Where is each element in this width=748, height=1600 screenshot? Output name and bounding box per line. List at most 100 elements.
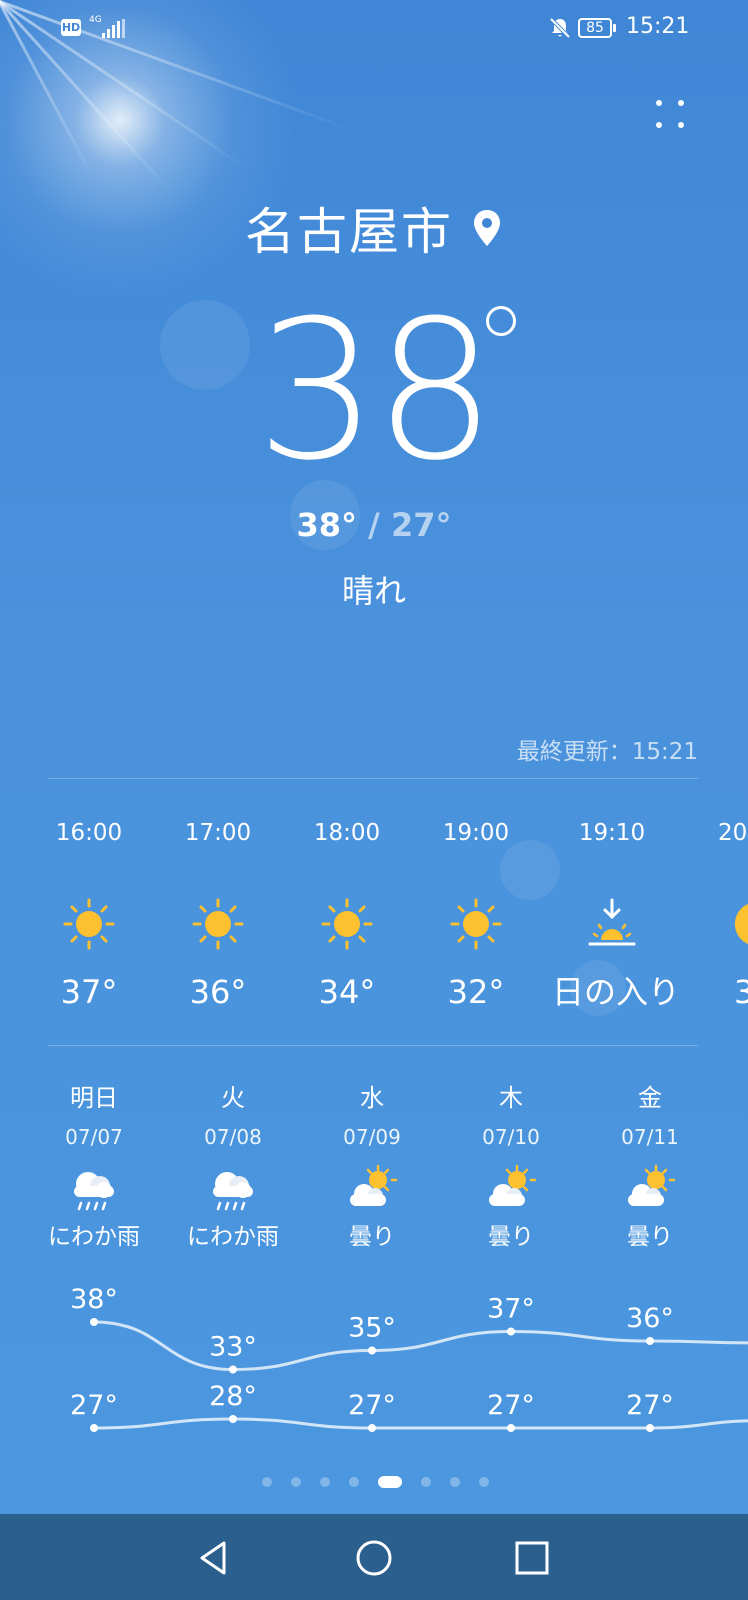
high-temp-line-label: 35°	[348, 1313, 396, 1344]
day-condition: 曇り	[627, 1224, 673, 1250]
high-temp-line-point	[368, 1346, 376, 1355]
degree-symbol	[486, 306, 516, 336]
city-name[interactable]: 名古屋市	[245, 203, 453, 261]
moon-icon	[734, 903, 748, 945]
day-name: 水	[360, 1084, 384, 1112]
temperature-curve-svg: 38° 33° 35° 37° 36° 27° 28° 27° 27° 27°	[70, 1284, 748, 1432]
partly-cloudy-icon	[489, 1164, 537, 1206]
high-temp-line-point	[90, 1318, 98, 1326]
back-icon[interactable]	[190, 1534, 238, 1582]
day-date: 07/08	[204, 1125, 262, 1149]
hour-time: 19:10	[578, 820, 646, 846]
partly-cloudy-icon	[628, 1164, 676, 1206]
partly-cloudy-icon	[350, 1164, 398, 1206]
day-name: 火	[221, 1084, 245, 1112]
hourly-item: 20:00 31°	[690, 818, 748, 1012]
hd-icon: HD	[61, 19, 81, 36]
low-temp-line-label: 27°	[487, 1390, 535, 1421]
low-temp-line-label: 27°	[626, 1390, 674, 1421]
signal-icon	[100, 19, 126, 38]
day-date: 07/09	[343, 1125, 401, 1149]
divider	[48, 1045, 698, 1046]
low-temp-line-point	[229, 1415, 237, 1423]
page-dot[interactable]	[479, 1477, 489, 1487]
hour-temp: 37°	[60, 973, 118, 1011]
high-temp-line-label: 36°	[626, 1303, 674, 1334]
page-dot[interactable]	[450, 1477, 460, 1487]
page-indicator[interactable]	[0, 1474, 748, 1488]
page-dot[interactable]	[320, 1477, 330, 1487]
hourly-item: 19:00 32°	[416, 818, 536, 1012]
hour-temp: 31°	[734, 973, 748, 1011]
current-temp-value: 38	[255, 280, 496, 503]
rain-icon	[213, 1172, 253, 1211]
low-temp-line-point	[507, 1424, 515, 1432]
low-temp-line-point	[646, 1424, 654, 1432]
sun-icon	[63, 898, 115, 950]
daily-item: 木 07/10 曇り	[441, 1082, 581, 1252]
hour-temp: 36°	[189, 973, 247, 1011]
page-dot[interactable]	[421, 1477, 431, 1487]
recents-icon[interactable]	[508, 1534, 556, 1582]
hour-time: 20:00	[718, 820, 748, 846]
page-dot[interactable]	[291, 1477, 301, 1487]
high-temp-line-point	[646, 1337, 654, 1345]
temperature-curve: 38° 33° 35° 37° 36° 27° 28° 27° 27° 27°	[0, 1270, 748, 1450]
sunset-icon	[588, 898, 636, 946]
day-name: 木	[499, 1084, 523, 1112]
more-menu-button[interactable]	[650, 94, 690, 134]
battery-icon: 85	[578, 18, 616, 38]
hourly-item: 18:00 34°	[287, 818, 407, 1012]
hour-time: 18:00	[313, 820, 381, 846]
hour-time: 16:00	[55, 820, 123, 846]
daily-item: 明日 07/07 にわか雨	[24, 1082, 164, 1252]
low-temp-line-point	[368, 1424, 376, 1432]
page-dot[interactable]	[262, 1477, 272, 1487]
current-temperature: 38	[0, 292, 748, 492]
day-condition: 曇り	[349, 1224, 395, 1250]
sunset-label: 日の入り	[552, 973, 681, 1011]
high-temp-line-point	[229, 1365, 237, 1374]
low-temp-line-point	[90, 1424, 98, 1432]
hour-time: 19:00	[442, 820, 510, 846]
hourly-item: 19:10 日の入り	[552, 818, 681, 1012]
location-header[interactable]: 名古屋市	[0, 192, 748, 264]
status-clock: 15:21	[626, 14, 690, 39]
hour-temp: 32°	[447, 973, 505, 1011]
bell-off-icon	[549, 17, 571, 39]
home-icon[interactable]	[350, 1534, 398, 1582]
high-temp-line-label: 37°	[487, 1294, 535, 1325]
today-high: 38°	[296, 506, 358, 544]
hourly-item: 16:00 37°	[29, 818, 149, 1012]
day-name: 金	[638, 1084, 662, 1112]
daily-item: 金 07/11 曇り	[580, 1082, 720, 1252]
weather-screen: HD 4G 85 15:21 名古屋市 38 38° / 27° 晴れ 最終更新…	[0, 0, 748, 1600]
low-temp-line-label: 27°	[348, 1390, 396, 1421]
hourly-item: 17:00 36°	[158, 818, 278, 1012]
day-name: 明日	[70, 1084, 118, 1112]
hilo-separator: /	[357, 506, 391, 544]
low-temp-line-label: 27°	[70, 1390, 118, 1421]
high-temp-line-label: 38°	[70, 1284, 118, 1315]
day-condition: にわか雨	[187, 1224, 279, 1250]
current-condition: 晴れ	[341, 572, 406, 610]
divider	[48, 778, 698, 779]
daily-item: 水 07/09 曇り	[302, 1082, 442, 1252]
last-updated: 最終更新：15:21	[516, 739, 698, 765]
high-low-temps: 38° / 27°	[0, 506, 748, 544]
day-date: 07/10	[482, 1125, 540, 1149]
day-condition: 曇り	[488, 1224, 534, 1250]
low-temp-line-label: 28°	[209, 1381, 257, 1412]
day-date: 07/07	[65, 1125, 123, 1149]
day-condition: にわか雨	[48, 1224, 140, 1250]
hour-time: 17:00	[184, 820, 252, 846]
sun-icon	[450, 898, 502, 950]
daily-item: 火 07/08 にわか雨	[163, 1082, 303, 1252]
navigation-bar	[0, 1514, 748, 1600]
day-date: 07/11	[621, 1125, 679, 1149]
today-low: 27°	[390, 506, 452, 544]
sun-icon	[321, 898, 373, 950]
sun-icon	[192, 898, 244, 950]
page-dot-active[interactable]	[378, 1476, 402, 1488]
page-dot[interactable]	[349, 1477, 359, 1487]
